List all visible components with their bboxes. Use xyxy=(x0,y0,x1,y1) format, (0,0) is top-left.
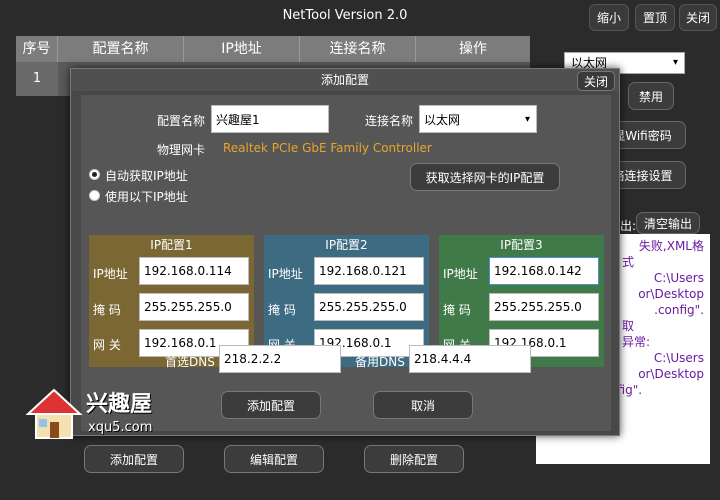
ip-label: IP地址 xyxy=(443,267,478,281)
close-app-button[interactable]: 关闭 xyxy=(679,4,717,31)
clear-output-button[interactable]: 清空输出 xyxy=(636,212,700,234)
ip-config-2-title: IP配置2 xyxy=(325,238,368,252)
ip-config-1-ip-input[interactable]: 192.168.0.114 xyxy=(139,257,249,285)
chevron-down-icon: ▾ xyxy=(524,113,530,125)
config-name-label: 配置名称 xyxy=(157,114,206,128)
mask-label: 掩 码 xyxy=(443,303,471,317)
watermark-site: xqu5.com xyxy=(88,420,153,435)
gateway-label: 网 关 xyxy=(93,338,121,352)
col-header-connection[interactable]: 连接名称 xyxy=(300,36,416,62)
dns1-label: 首选DNS xyxy=(165,355,215,369)
connection-name-label: 连接名称 xyxy=(365,114,414,128)
ip-config-1-title: IP配置1 xyxy=(150,238,193,252)
manual-ip-label: 使用以下IP地址 xyxy=(105,190,188,204)
ip-config-2-ip-input[interactable]: 192.168.0.121 xyxy=(314,257,424,285)
bottom-add-config-button[interactable]: 添加配置 xyxy=(84,445,184,473)
watermark-name: 兴趣屋 xyxy=(86,392,153,417)
ip-config-3-title: IP配置3 xyxy=(500,238,543,252)
col-header-ip[interactable]: IP地址 xyxy=(184,36,300,62)
watermark-logo: 兴趣屋 xqu5.com xyxy=(24,376,164,446)
mask-label: 掩 码 xyxy=(268,303,296,317)
pin-top-button[interactable]: 置顶 xyxy=(635,4,675,31)
col-header-config-name[interactable]: 配置名称 xyxy=(58,36,184,62)
dialog-add-config-button[interactable]: 添加配置 xyxy=(221,391,321,419)
mask-label: 掩 码 xyxy=(93,303,121,317)
connection-name-select[interactable]: 以太网 ▾ xyxy=(419,105,537,133)
ip-config-1-mask-input[interactable]: 255.255.255.0 xyxy=(139,293,249,321)
manual-ip-radio[interactable] xyxy=(89,190,100,201)
get-nic-ip-button[interactable]: 获取选择网卡的IP配置 xyxy=(410,163,560,191)
ip-label: IP地址 xyxy=(93,267,128,281)
chevron-down-icon: ▾ xyxy=(672,57,678,68)
dns2-label: 备用DNS xyxy=(355,355,405,369)
ip-config-2-mask-input[interactable]: 255.255.255.0 xyxy=(314,293,424,321)
dialog-close-button[interactable]: 关闭 xyxy=(577,71,615,91)
ip-config-3-mask-input[interactable]: 255.255.255.0 xyxy=(489,293,599,321)
house-icon xyxy=(25,388,83,439)
bottom-delete-config-button[interactable]: 删除配置 xyxy=(364,445,464,473)
output-label: 出: xyxy=(620,219,637,233)
app-title: NetTool Version 2.0 xyxy=(282,8,408,23)
connection-name-value: 以太网 xyxy=(424,112,461,127)
dialog-cancel-button[interactable]: 取消 xyxy=(373,391,473,419)
ip-config-3-ip-input[interactable]: 192.168.0.142 xyxy=(489,257,599,285)
minimize-button[interactable]: 缩小 xyxy=(589,4,629,31)
auto-ip-radio[interactable] xyxy=(89,169,100,180)
col-header-index[interactable]: 序号 xyxy=(16,36,58,62)
config-name-input[interactable]: 兴趣屋1 xyxy=(211,105,329,133)
row-index: 1 xyxy=(16,62,58,96)
dns2-input[interactable]: 218.4.4.4 xyxy=(409,345,531,373)
ip-label: IP地址 xyxy=(268,267,303,281)
nic-value: Realtek PCIe GbE Family Controller xyxy=(223,141,432,155)
nic-label: 物理网卡 xyxy=(157,143,206,157)
grid-header: 序号 配置名称 IP地址 连接名称 操作 xyxy=(16,36,530,62)
dns1-input[interactable]: 218.2.2.2 xyxy=(219,345,341,373)
dialog-title: 添加配置 xyxy=(71,69,619,91)
bottom-edit-config-button[interactable]: 编辑配置 xyxy=(224,445,324,473)
auto-ip-label: 自动获取IP地址 xyxy=(105,169,188,183)
disable-button[interactable]: 禁用 xyxy=(628,82,674,110)
col-header-action[interactable]: 操作 xyxy=(416,36,530,62)
